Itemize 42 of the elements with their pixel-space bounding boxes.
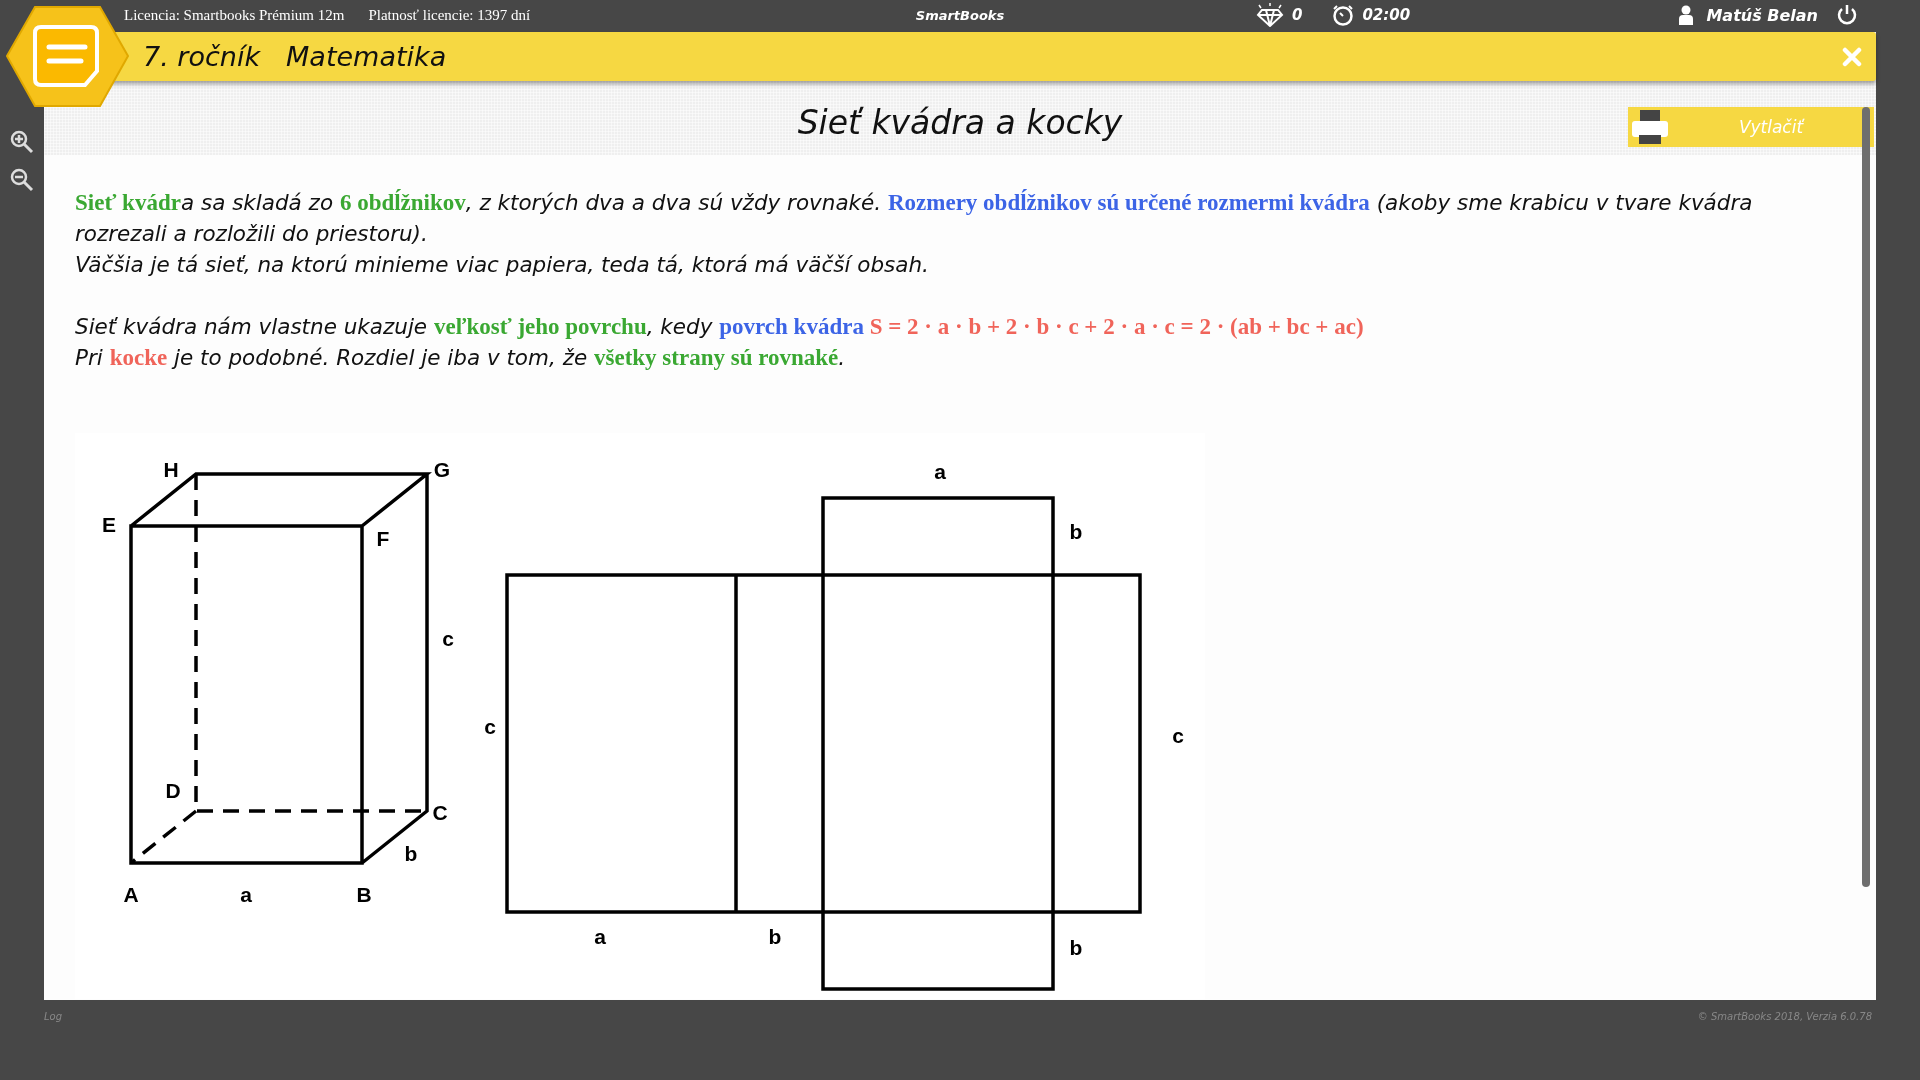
net-label: b (1069, 520, 1083, 543)
paragraph-text: Väčšia je tá sieť, na ktorú minieme viac papiera, teda tá, ktorá má väčší obsah. (75, 251, 930, 279)
paragraph-text: Sieť kvádra nám vlastne ukazuje veľkosť jeho povrchu, kedy povrch kvádra S = 2 · a · b + 2 · b · c + 2 · a · c = 2 · (ab + bc + ac) (75, 313, 1365, 341)
log-link[interactable]: Log (44, 1010, 63, 1022)
cuboid-label: b (404, 842, 418, 865)
cuboid-label: G (433, 458, 451, 481)
cuboid-label: D (165, 779, 181, 802)
paragraph-text: Pri kocke je to podobné. Rozdiel je iba v tom, že všetky strany sú rovnaké. (75, 344, 847, 372)
print-button[interactable]: Vytlačiť (1628, 107, 1874, 147)
net-label: b (768, 925, 782, 948)
cuboid-label: H (163, 458, 179, 481)
net-label: b (1069, 936, 1083, 959)
user-name: Matúš Belan (1706, 5, 1818, 25)
cuboid-label: F (376, 527, 390, 550)
cuboid-label: E (102, 513, 116, 536)
net-label: c (484, 715, 496, 738)
version-text: © SmartBooks 2018, Verzia 6.0.78 (1697, 1010, 1872, 1022)
cuboid-label: C (432, 801, 448, 824)
cuboid-label: c (442, 627, 454, 650)
zoom-in-icon[interactable] (10, 130, 34, 154)
subject-title: Matematika (286, 41, 447, 72)
lesson-title: Sieť kvádra a kocky (797, 103, 1123, 142)
net-label: c (1172, 724, 1184, 747)
user-icon (1678, 5, 1695, 25)
cuboid-label: B (356, 883, 372, 906)
paragraph-text: Sieť kvádra sa skladá zo 6 obdĺžnikov, z ktorých dva a dva sú vždy rovnaké. Rozmery obdĺžnikov sú určené rozmermi kvádra (akoby sme krabicu v tvare kvádra rozrezali a rozložili do priestoru). (75, 188, 1754, 248)
diamond-icon (1256, 3, 1284, 27)
grade-title: 7. ročník (143, 41, 261, 72)
license-text: Licencia: Smartbooks Prémium 12m (124, 6, 345, 24)
power-icon[interactable] (1836, 4, 1858, 26)
scrollbar-thumb[interactable] (1862, 107, 1870, 887)
net-label: a (594, 925, 606, 948)
app-name: SmartBooks (915, 7, 1005, 23)
zoom-out-icon[interactable] (10, 168, 34, 192)
clock-icon (1332, 4, 1355, 26)
cuboid-label: A (123, 883, 139, 906)
printer-icon (1632, 110, 1668, 144)
cuboid-label: a (240, 883, 252, 906)
timer-text: 02:00 (1362, 6, 1411, 24)
license-validity-text: Platnosť licencie: 1397 dní (368, 6, 531, 24)
diamond-count: 0 (1292, 6, 1303, 24)
net-label: a (934, 460, 946, 483)
